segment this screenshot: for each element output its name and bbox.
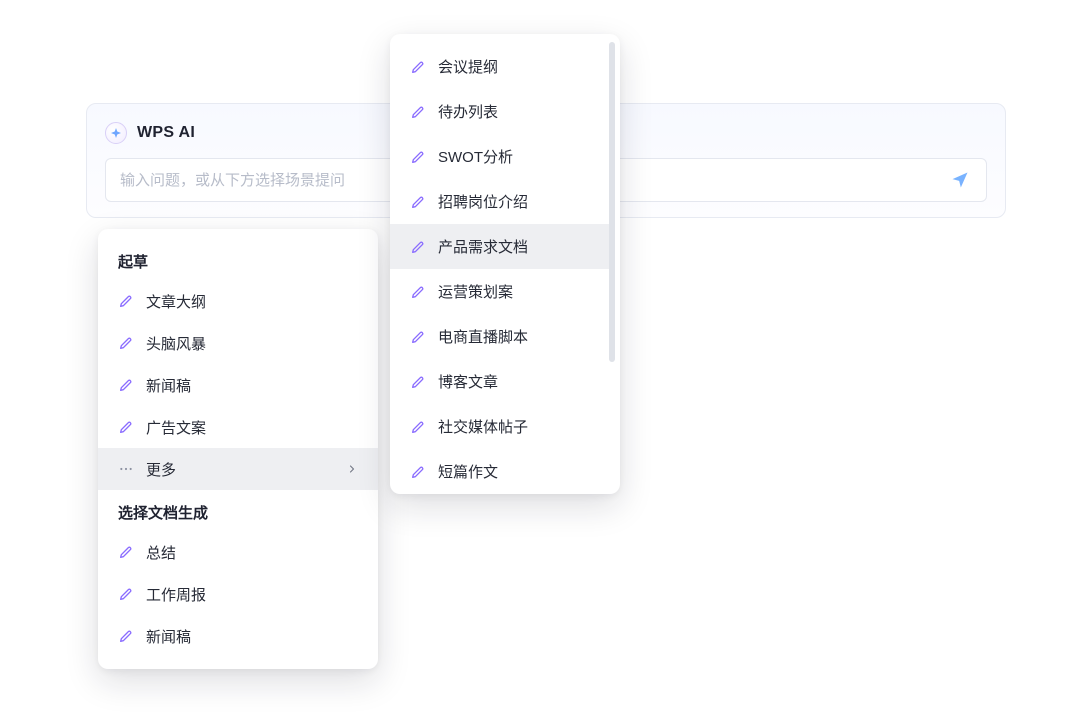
menu-item-more[interactable]: 更多 [98,448,378,490]
submenu-item-label: SWOT分析 [438,146,592,167]
submenu-item-label: 社交媒体帖子 [438,416,592,437]
menu-item-label: 更多 [146,459,334,480]
menu-item-label: 头脑风暴 [146,333,358,354]
submenu-item-label: 待办列表 [438,101,592,122]
pen-icon [410,194,426,210]
scrollbar-thumb[interactable] [609,42,615,362]
chevron-right-icon [346,463,358,475]
pen-icon [410,104,426,120]
pen-icon [410,239,426,255]
send-icon[interactable] [948,168,972,192]
menu-item-label: 总结 [146,542,358,563]
menu-item[interactable]: 工作周报 [98,573,378,615]
menu-item[interactable]: 新闻稿 [98,615,378,657]
submenu-item[interactable]: 待办列表 [390,89,612,134]
submenu-item-label: 运营策划案 [438,281,592,302]
submenu-item-label: 博客文章 [438,371,592,392]
submenu-item-label: 会议提纲 [438,56,592,77]
submenu-item-label: 短篇作文 [438,461,592,482]
scene-menu: 起草文章大纲头脑风暴新闻稿广告文案更多选择文档生成总结工作周报新闻稿 [98,229,378,669]
menu-item[interactable]: 头脑风暴 [98,322,378,364]
menu-item-label: 新闻稿 [146,375,358,396]
submenu-item[interactable]: 博客文章 [390,359,612,404]
submenu-item[interactable]: 电商直播脚本 [390,314,612,359]
wps-ai-logo-icon [105,122,127,144]
pen-icon [410,149,426,165]
pen-icon [118,377,134,393]
section-header: 起草 [98,239,378,280]
submenu-item[interactable]: 产品需求文档 [390,224,612,269]
pen-icon [410,329,426,345]
pen-icon [410,374,426,390]
pen-icon [410,464,426,480]
menu-item[interactable]: 新闻稿 [98,364,378,406]
pen-icon [118,544,134,560]
menu-item[interactable]: 广告文案 [98,406,378,448]
pen-icon [118,419,134,435]
menu-item-label: 文章大纲 [146,291,358,312]
menu-item-label: 工作周报 [146,584,358,605]
submenu-item-label: 产品需求文档 [438,236,592,257]
pen-icon [410,284,426,300]
pen-icon [118,335,134,351]
submenu-item-label: 电商直播脚本 [438,326,592,347]
pen-icon [118,586,134,602]
menu-item-label: 广告文案 [146,417,358,438]
submenu-item[interactable]: 招聘岗位介绍 [390,179,612,224]
ellipsis-icon [118,461,134,477]
app-title: WPS AI [137,124,195,142]
menu-item-label: 新闻稿 [146,626,358,647]
submenu-item[interactable]: 会议提纲 [390,44,612,89]
menu-item[interactable]: 文章大纲 [98,280,378,322]
submenu-item[interactable]: 运营策划案 [390,269,612,314]
submenu-item[interactable]: SWOT分析 [390,134,612,179]
pen-icon [118,628,134,644]
pen-icon [410,59,426,75]
submenu-item[interactable]: 社交媒体帖子 [390,404,612,449]
submenu-item[interactable]: 短篇作文 [390,449,612,494]
pen-icon [410,419,426,435]
section-header: 选择文档生成 [98,490,378,531]
menu-item[interactable]: 总结 [98,531,378,573]
submenu-item-label: 招聘岗位介绍 [438,191,592,212]
more-submenu: 会议提纲待办列表 SWOT分析招聘岗位介绍产品需求文档运营策划案电商直播脚本博客文… [390,34,620,494]
pen-icon [118,293,134,309]
